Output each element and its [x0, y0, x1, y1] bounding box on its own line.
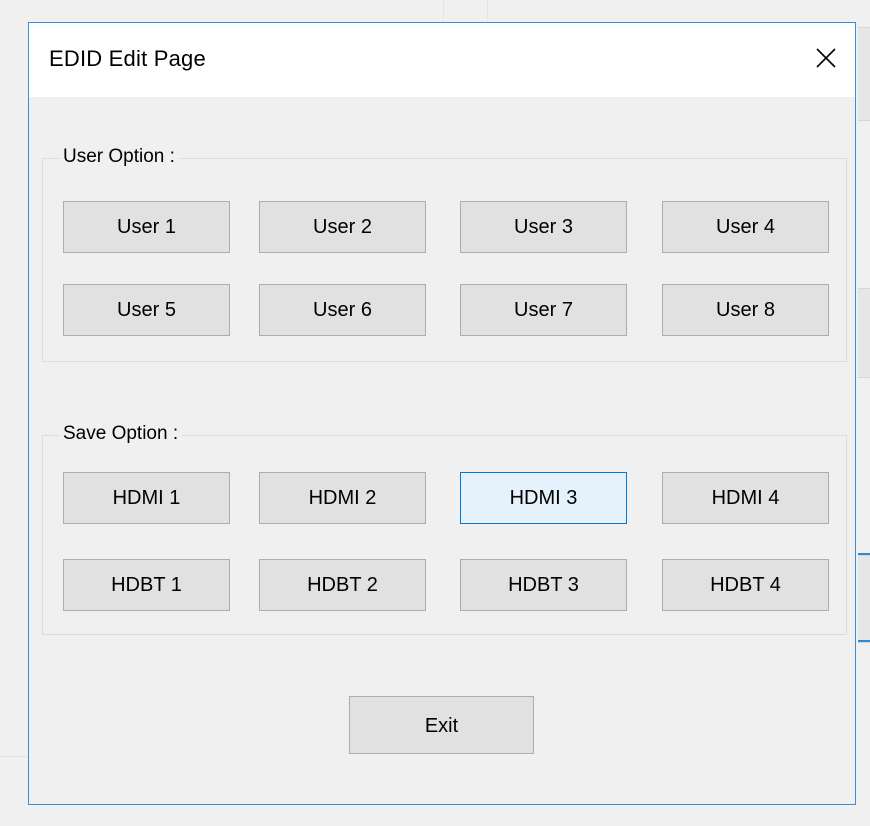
user-1-button[interactable]: User 1	[63, 201, 230, 253]
background-accent	[858, 553, 870, 555]
background-panel	[858, 555, 870, 643]
background-panel	[858, 288, 870, 378]
close-button[interactable]	[795, 23, 855, 97]
hdmi-4-button[interactable]: HDMI 4	[662, 472, 829, 524]
user-4-button[interactable]: User 4	[662, 201, 829, 253]
user-2-button[interactable]: User 2	[259, 201, 426, 253]
hdmi-3-button[interactable]: HDMI 3	[460, 472, 627, 524]
background-column-divider	[487, 0, 488, 22]
hdbt-2-button[interactable]: HDBT 2	[259, 559, 426, 611]
background-accent	[858, 640, 870, 642]
hdmi-2-button[interactable]: HDMI 2	[259, 472, 426, 524]
background-column-divider	[443, 0, 444, 22]
background-divider	[0, 756, 28, 757]
edid-edit-dialog: EDID Edit Page User Option : User 1 User…	[28, 22, 856, 805]
exit-button[interactable]: Exit	[349, 696, 534, 754]
background-panel	[858, 27, 870, 121]
hdbt-4-button[interactable]: HDBT 4	[662, 559, 829, 611]
user-option-group: User Option : User 1 User 2 User 3 User …	[42, 146, 847, 362]
hdbt-3-button[interactable]: HDBT 3	[460, 559, 627, 611]
user-3-button[interactable]: User 3	[460, 201, 627, 253]
save-option-label: Save Option :	[59, 423, 183, 445]
user-6-button[interactable]: User 6	[259, 284, 426, 336]
user-7-button[interactable]: User 7	[460, 284, 627, 336]
close-icon	[816, 48, 836, 68]
hdmi-1-button[interactable]: HDMI 1	[63, 472, 230, 524]
hdbt-1-button[interactable]: HDBT 1	[63, 559, 230, 611]
user-5-button[interactable]: User 5	[63, 284, 230, 336]
save-option-group: Save Option : HDMI 1 HDMI 2 HDMI 3 HDMI …	[42, 423, 847, 635]
user-8-button[interactable]: User 8	[662, 284, 829, 336]
title-bar[interactable]: EDID Edit Page	[29, 23, 855, 97]
user-option-label: User Option :	[59, 146, 179, 168]
dialog-title: EDID Edit Page	[49, 46, 206, 71]
